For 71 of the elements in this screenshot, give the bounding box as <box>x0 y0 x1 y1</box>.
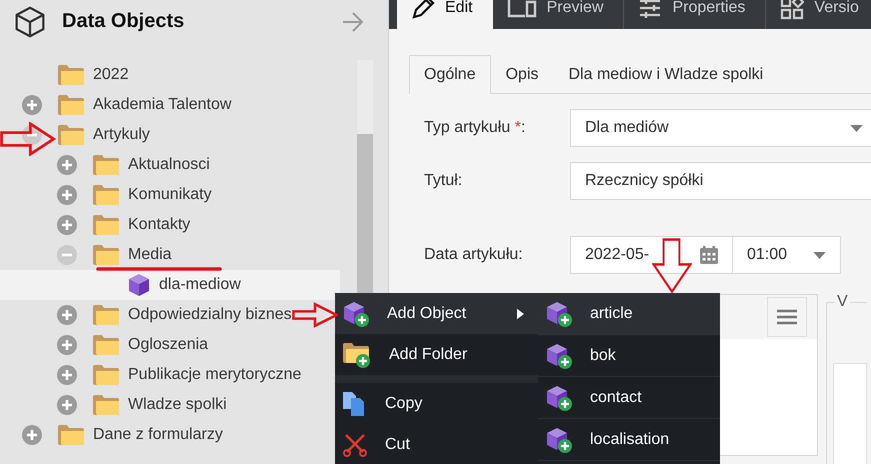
expand-icon[interactable] <box>57 335 77 355</box>
folder-icon <box>93 395 119 415</box>
collapse-icon[interactable] <box>22 125 42 145</box>
cube-add-icon <box>546 426 572 452</box>
tree-item[interactable]: 2022 <box>0 60 340 90</box>
versions-icon <box>780 0 804 20</box>
type-select[interactable]: Dla mediów <box>570 109 871 147</box>
preview-icon <box>506 0 537 20</box>
field-label: Typ artykułu *: <box>423 119 526 137</box>
caret-icon <box>813 252 826 258</box>
panel-title: Data Objects <box>62 10 184 33</box>
cube-add-icon <box>546 342 572 368</box>
form-tab[interactable]: Dla mediow i Wladze spolki <box>554 55 778 94</box>
scissors-icon <box>343 432 367 456</box>
caret-icon <box>850 124 863 132</box>
menu-item[interactable]: bok <box>538 335 720 377</box>
annotation-arrow-drawing <box>292 302 338 328</box>
menu-item[interactable]: contact <box>538 377 720 419</box>
menu-item[interactable]: article <box>538 293 720 335</box>
time-select[interactable]: 01:00 <box>733 236 841 274</box>
folder-icon <box>93 365 119 385</box>
field-label: Tytuł: <box>423 172 464 190</box>
tree-item[interactable]: Kontakty <box>0 210 340 240</box>
copy-icon <box>343 390 367 416</box>
form-tab[interactable]: Opis <box>490 55 554 94</box>
cube-icon <box>14 4 46 38</box>
toolbar-tab[interactable]: Edit <box>397 0 493 29</box>
expand-icon[interactable] <box>57 215 77 235</box>
input-field[interactable] <box>833 363 867 464</box>
sliders-icon <box>638 0 662 20</box>
folder-add-icon <box>343 342 371 368</box>
field-label: Data artykułu: <box>423 246 524 264</box>
annotation-arrow-drawing <box>652 238 692 294</box>
folder-icon <box>58 125 84 145</box>
folder-icon <box>58 65 84 85</box>
folder-icon <box>93 245 119 265</box>
cube-add-icon <box>546 300 572 326</box>
tree-item[interactable]: Artykuly <box>0 120 340 150</box>
expand-icon[interactable] <box>22 95 42 115</box>
cube-add-icon <box>343 300 369 326</box>
menu-button[interactable] <box>767 297 807 337</box>
folder-icon <box>93 215 119 235</box>
pencil-icon <box>411 0 435 20</box>
tree-item[interactable]: Akademia Talentow <box>0 90 340 120</box>
folder-icon <box>93 335 119 355</box>
annotation-arrow-drawing <box>0 122 56 156</box>
title-field[interactable]: Rzecznicy spółki <box>570 162 871 200</box>
menu-icon <box>777 309 797 325</box>
folder-icon <box>93 155 119 175</box>
folder-icon <box>58 425 84 445</box>
folder-icon <box>58 95 84 115</box>
form-tab[interactable]: Ogólne <box>409 55 491 94</box>
calendar-icon <box>700 246 718 264</box>
tree-item[interactable]: Komunikaty <box>0 180 340 210</box>
arrow-icon[interactable] <box>342 12 364 32</box>
expand-icon[interactable] <box>57 365 77 385</box>
menu-item[interactable]: Add Object <box>335 293 538 334</box>
expand-icon[interactable] <box>57 155 77 175</box>
tree-item[interactable]: Media <box>0 240 340 270</box>
cube-icon <box>128 273 150 297</box>
tree-item[interactable]: dla-mediow <box>0 270 340 300</box>
expand-icon[interactable] <box>22 425 42 445</box>
expand-icon[interactable] <box>57 395 77 415</box>
expand-icon[interactable] <box>57 185 77 205</box>
folder-icon <box>93 305 119 325</box>
date-field[interactable]: 2022-05- <box>570 236 733 274</box>
menu-item[interactable]: localisation <box>538 419 720 461</box>
folder-icon <box>93 185 119 205</box>
expand-icon[interactable] <box>57 305 77 325</box>
cube-add-icon <box>546 384 572 410</box>
tree-item[interactable]: Aktualnosci <box>0 150 340 180</box>
